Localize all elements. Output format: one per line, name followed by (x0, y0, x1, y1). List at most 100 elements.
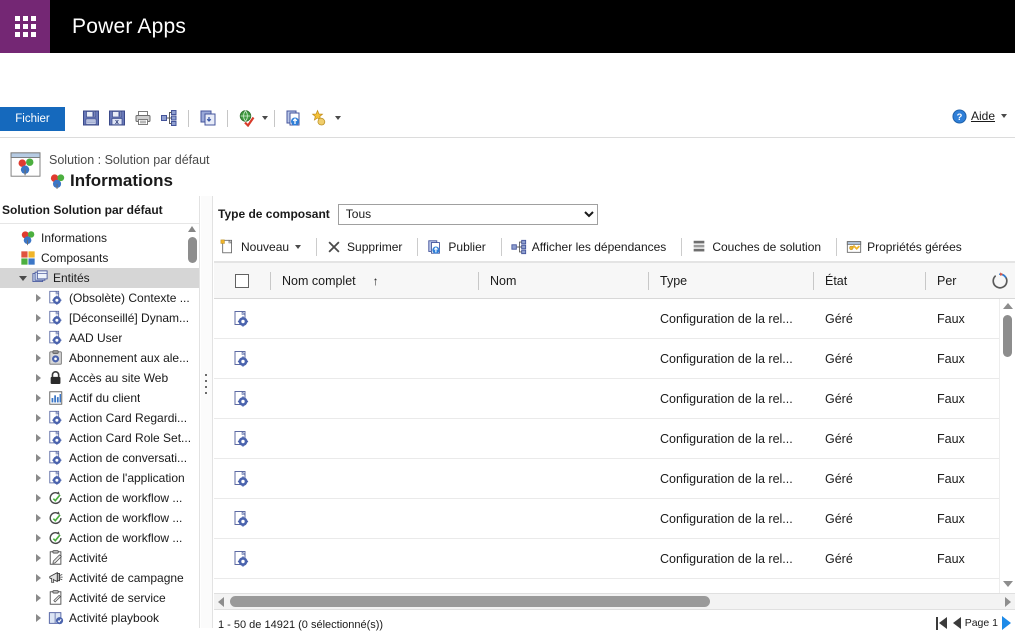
delete-button[interactable]: Supprimer (324, 234, 410, 260)
tree-item[interactable]: Activité de service (0, 588, 199, 608)
tree-item-label: Action Card Role Set... (69, 431, 192, 445)
help-dropdown-caret[interactable] (1001, 114, 1007, 118)
expand-arrow-icon[interactable] (34, 393, 45, 404)
grid-vertical-scrollbar[interactable] (999, 299, 1015, 593)
tree-item[interactable]: Informations (0, 228, 199, 248)
left-panel-scrollbar[interactable] (187, 226, 197, 626)
grid-scroll-right-arrow-icon[interactable] (1005, 596, 1011, 607)
expand-arrow-icon[interactable] (34, 613, 45, 624)
expand-arrow-icon[interactable] (34, 493, 45, 504)
table-row[interactable]: Configuration de la rel... Géré Faux (214, 379, 1015, 419)
new-button[interactable]: Nouveau (218, 234, 309, 260)
grid-horizontal-track[interactable] (224, 593, 1005, 610)
next-page-button[interactable] (1002, 614, 1011, 632)
expand-arrow-icon[interactable] (34, 373, 45, 384)
playbook-icon (48, 612, 64, 625)
expand-arrow-icon[interactable] (34, 293, 45, 304)
row-icon-cell (214, 299, 270, 339)
grid-horizontal-scrollbar[interactable] (214, 593, 1015, 610)
grid-scroll-thumb[interactable] (1003, 315, 1012, 357)
save-and-close-button[interactable]: x (104, 105, 130, 131)
table-row[interactable]: Configuration de la rel... Géré Faux (214, 419, 1015, 459)
table-row[interactable]: Configuration de la rel... Géré Faux (214, 459, 1015, 499)
new-document-icon (220, 239, 233, 253)
previous-page-icon (952, 617, 961, 629)
tree-item[interactable]: Activité (0, 548, 199, 568)
tree-item[interactable]: [Déconseillé] Dynam... (0, 308, 199, 328)
sitemap-icon (161, 110, 177, 126)
tree-item[interactable]: Action de workflow ... (0, 508, 199, 528)
tree-item[interactable]: Composants (0, 248, 199, 268)
expand-arrow-icon[interactable] (34, 513, 45, 524)
file-tab[interactable]: Fichier (0, 107, 65, 131)
column-header-personnalisable[interactable]: Per (925, 263, 999, 299)
grid-scroll-up-arrow-icon[interactable] (1002, 303, 1013, 309)
panel-splitter[interactable] (201, 196, 213, 628)
previous-page-button[interactable] (952, 614, 961, 632)
grid-horizontal-scroll-thumb[interactable] (230, 596, 710, 607)
tree-item[interactable]: Action de workflow ... (0, 488, 199, 508)
solution-layers-button[interactable]: Couches de solution (689, 234, 829, 260)
tree-item[interactable]: Action de l'application (0, 468, 199, 488)
expand-arrow-icon[interactable] (34, 533, 45, 544)
export-solution-button[interactable] (281, 105, 307, 131)
entity-gear-icon (234, 510, 249, 527)
tree-item[interactable]: Actif du client (0, 388, 199, 408)
component-type-select[interactable]: Tous (337, 203, 598, 225)
print-button[interactable] (130, 105, 156, 131)
first-page-button[interactable] (935, 614, 949, 632)
managed-properties-button[interactable]: Propriétés gérées (844, 234, 970, 260)
scroll-up-arrow-icon[interactable] (188, 226, 196, 232)
tree-item[interactable]: Activité playbook (0, 608, 199, 628)
publish-all-button[interactable] (234, 105, 260, 131)
table-row[interactable]: Configuration de la rel... Géré Faux (214, 499, 1015, 539)
expand-arrow-icon[interactable] (34, 333, 45, 344)
expand-arrow-icon[interactable] (34, 413, 45, 424)
expand-arrow-icon[interactable] (34, 553, 45, 564)
expand-arrow-icon[interactable] (34, 453, 45, 464)
expand-arrow-icon[interactable] (34, 313, 45, 324)
tree-item[interactable]: Entités (0, 268, 199, 288)
entity-gear-icon (49, 330, 62, 345)
expand-arrow-icon[interactable] (34, 353, 45, 364)
publish-button[interactable]: Publier (425, 234, 493, 260)
grid-scroll-down-arrow-icon[interactable] (1003, 581, 1013, 587)
collapse-arrow-icon[interactable] (18, 273, 29, 284)
publish-all-dropdown-caret[interactable] (262, 116, 268, 120)
tree-item[interactable]: AAD User (0, 328, 199, 348)
tree-item[interactable]: Activité de campagne (0, 568, 199, 588)
column-header-type[interactable]: Type (648, 263, 813, 299)
tree-item[interactable]: Action de conversati... (0, 448, 199, 468)
new-button-dropdown-caret[interactable] (295, 244, 302, 249)
actions-button[interactable] (307, 105, 333, 131)
tree-item[interactable]: Action de workflow ... (0, 528, 199, 548)
app-launcher-button[interactable] (0, 0, 50, 53)
expand-arrow-icon[interactable] (34, 433, 45, 444)
tree-item[interactable]: Action Card Regardi... (0, 408, 199, 428)
save-button[interactable] (78, 105, 104, 131)
cell-nom (478, 419, 648, 459)
tree-item[interactable]: Abonnement aux ale... (0, 348, 199, 368)
table-row[interactable]: Configuration de la rel... Géré Faux (214, 299, 1015, 339)
sitemap-button[interactable] (156, 105, 182, 131)
cell-etat: Géré (825, 431, 853, 446)
select-all-checkbox[interactable] (235, 273, 249, 288)
column-header-nom_complet[interactable]: Nom complet ↑ (270, 263, 478, 299)
tree-item[interactable]: Accès au site Web (0, 368, 199, 388)
expand-arrow-icon[interactable] (34, 593, 45, 604)
help-button[interactable]: ? Aide (952, 103, 1007, 129)
select-all-header[interactable] (214, 263, 270, 299)
column-header-etat[interactable]: État (813, 263, 925, 299)
left-panel-scroll-thumb[interactable] (187, 237, 197, 263)
tree-item[interactable]: (Obsolète) Contexte ... (0, 288, 199, 308)
table-row[interactable]: Configuration de la rel... Géré Faux (214, 539, 1015, 579)
tree-item[interactable]: Action Card Role Set... (0, 428, 199, 448)
expand-arrow-icon[interactable] (34, 473, 45, 484)
import-translations-button[interactable] (195, 105, 221, 131)
table-row[interactable]: Configuration de la rel... Géré Faux (214, 339, 1015, 379)
column-header-nom[interactable]: Nom (478, 263, 648, 299)
show-dependencies-button[interactable]: Afficher les dépendances (509, 234, 675, 260)
actions-dropdown-caret[interactable] (335, 116, 341, 120)
expand-arrow-icon[interactable] (34, 573, 45, 584)
cell-type: Configuration de la rel... (660, 311, 793, 326)
